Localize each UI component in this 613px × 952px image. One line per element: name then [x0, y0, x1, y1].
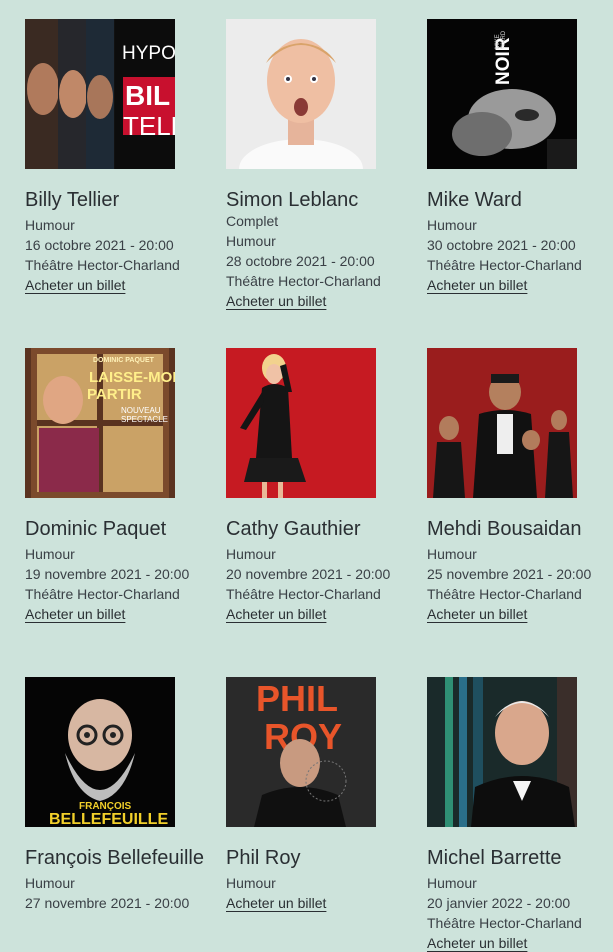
- buy-ticket-link[interactable]: Acheter un billet: [226, 893, 326, 913]
- event-poster[interactable]: HYPOC BIL TELL: [25, 19, 175, 169]
- event-date: 28 octobre 2021 - 20:00: [226, 253, 375, 269]
- event-category: Humour: [226, 546, 276, 562]
- svg-text:LAISSE-MOI: LAISSE-MOI: [89, 369, 175, 386]
- event-card: HYPOC BIL TELL Billy Tellier Humour 16 o…: [25, 19, 205, 295]
- event-category: Humour: [25, 875, 75, 891]
- event-poster[interactable]: FRANÇOIS BELLEFEUILLE: [25, 677, 175, 827]
- buy-ticket-link[interactable]: Acheter un billet: [25, 604, 125, 624]
- svg-text:NOUVEAU: NOUVEAU: [121, 406, 161, 415]
- event-category: Humour: [427, 217, 477, 233]
- svg-text:TELL: TELL: [123, 111, 175, 141]
- buy-ticket-link[interactable]: Acheter un billet: [427, 933, 527, 952]
- event-card: PHIL ROY Phil Roy Humour Acheter un bill…: [226, 677, 406, 913]
- event-venue: Théâtre Hector-Charland: [427, 915, 582, 931]
- event-date: 30 octobre 2021 - 20:00: [427, 237, 576, 253]
- event-venue: Théâtre Hector-Charland: [25, 586, 180, 602]
- buy-ticket-link[interactable]: Acheter un billet: [226, 604, 326, 624]
- event-title: Mike Ward: [427, 189, 522, 211]
- event-category: Humour: [25, 217, 75, 233]
- event-venue: Théâtre Hector-Charland: [226, 273, 381, 289]
- events-grid: HYPOC BIL TELL Billy Tellier Humour 16 o…: [0, 0, 613, 952]
- event-category: Humour: [226, 233, 276, 249]
- svg-text:PARTIR: PARTIR: [87, 386, 142, 403]
- buy-ticket-link[interactable]: Acheter un billet: [226, 291, 326, 311]
- event-date: 27 novembre 2021 - 20:00: [25, 895, 190, 911]
- event-date: 20 janvier 2022 - 20:00: [427, 895, 571, 911]
- event-title: Mehdi Bousaidan: [427, 518, 582, 540]
- event-card: FRANÇOIS BELLEFEUILLE François Bellefeui…: [25, 677, 205, 913]
- event-date: 16 octobre 2021 - 20:00: [25, 237, 174, 253]
- event-status-badge: Complet: [226, 213, 279, 229]
- svg-text:DOMINIC PAQUET: DOMINIC PAQUET: [93, 357, 155, 364]
- event-card: Cathy Gauthier Humour 20 novembre 2021 -…: [226, 348, 406, 624]
- event-category: Humour: [226, 875, 276, 891]
- event-venue: Théâtre Hector-Charland: [427, 257, 582, 273]
- svg-text:WARD: WARD: [501, 30, 507, 49]
- event-title: Phil Roy: [226, 847, 301, 869]
- event-title: Billy Tellier: [25, 189, 120, 211]
- event-poster[interactable]: PHIL ROY: [226, 677, 376, 827]
- event-title: François Bellefeuille: [25, 847, 204, 869]
- event-title: Dominic Paquet: [25, 518, 167, 540]
- event-date: 20 novembre 2021 - 20:00: [226, 566, 391, 582]
- event-category: Humour: [427, 546, 477, 562]
- event-title: Simon Leblanc: [226, 189, 359, 211]
- event-venue: Théâtre Hector-Charland: [427, 586, 582, 602]
- buy-ticket-link[interactable]: Acheter un billet: [427, 275, 527, 295]
- event-card: Simon Leblanc Complet Humour 28 octobre …: [226, 19, 406, 311]
- event-poster[interactable]: [427, 677, 577, 827]
- event-date: 25 novembre 2021 - 20:00: [427, 566, 592, 582]
- event-card: Michel Barrette Humour 20 janvier 2022 -…: [427, 677, 607, 952]
- svg-text:BELLEFEUILLE: BELLEFEUILLE: [49, 811, 168, 827]
- event-poster[interactable]: NOIR MIKE WARD: [427, 19, 577, 169]
- buy-ticket-link[interactable]: Acheter un billet: [25, 275, 125, 295]
- event-poster[interactable]: [427, 348, 577, 498]
- buy-ticket-link[interactable]: Acheter un billet: [427, 604, 527, 624]
- event-title: Michel Barrette: [427, 847, 562, 869]
- event-poster[interactable]: [226, 19, 376, 169]
- event-card: Mehdi Bousaidan Humour 25 novembre 2021 …: [427, 348, 607, 624]
- event-poster[interactable]: [226, 348, 376, 498]
- event-venue: Théâtre Hector-Charland: [226, 586, 381, 602]
- event-category: Humour: [25, 546, 75, 562]
- event-date: 19 novembre 2021 - 20:00: [25, 566, 190, 582]
- svg-text:HYPOC: HYPOC: [122, 43, 175, 64]
- event-venue: Théâtre Hector-Charland: [25, 257, 180, 273]
- event-card: NOIR MIKE WARD Mike Ward Humour 30 octob…: [427, 19, 607, 295]
- svg-text:SPECTACLE: SPECTACLE: [121, 415, 168, 424]
- svg-text:PHIL: PHIL: [256, 678, 338, 719]
- event-poster[interactable]: DOMINIC PAQUET LAISSE-MOI PARTIR NOUVEAU…: [25, 348, 175, 498]
- event-category: Humour: [427, 875, 477, 891]
- svg-text:BIL: BIL: [125, 80, 170, 111]
- event-title: Cathy Gauthier: [226, 518, 361, 540]
- event-card: DOMINIC PAQUET LAISSE-MOI PARTIR NOUVEAU…: [25, 348, 205, 624]
